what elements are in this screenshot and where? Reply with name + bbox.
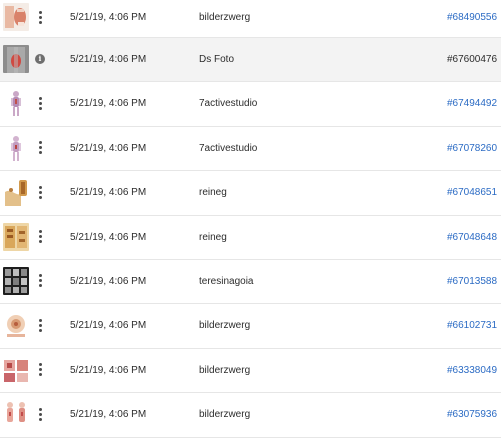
list-row[interactable]: 5/21/19, 4:06 PM bilderzwerg #63075936 bbox=[0, 393, 501, 438]
author-cell: bilderzwerg bbox=[199, 320, 251, 332]
list-row[interactable]: 5/21/19, 4:06 PM 7activestudio #67494492 bbox=[0, 82, 501, 127]
author-cell: Ds Foto bbox=[199, 54, 235, 65]
more-options-icon[interactable] bbox=[35, 313, 45, 337]
author-cell: bilderzwerg bbox=[199, 364, 251, 376]
date-cell: 5/21/19, 4:06 PM bbox=[70, 187, 147, 199]
more-options-icon[interactable] bbox=[35, 91, 45, 115]
more-options-icon[interactable] bbox=[35, 225, 45, 249]
date-cell: 5/21/19, 4:06 PM bbox=[70, 364, 147, 376]
more-options-icon[interactable] bbox=[35, 402, 45, 426]
date-cell: 5/21/19, 4:06 PM bbox=[70, 142, 147, 154]
author-cell: 7activestudio bbox=[199, 98, 258, 110]
asset-list: 5/21/19, 4:06 PM bilderzwerg #68490556 i… bbox=[0, 0, 501, 438]
list-row[interactable]: 5/21/19, 4:06 PM bilderzwerg #68490556 bbox=[0, 0, 501, 38]
more-options-icon[interactable] bbox=[35, 5, 45, 29]
date-cell: 5/21/19, 4:06 PM bbox=[70, 54, 147, 65]
thumbnail-image[interactable] bbox=[3, 45, 29, 73]
author-cell: bilderzwerg bbox=[199, 409, 251, 421]
author-cell: reineg bbox=[199, 187, 227, 199]
date-cell: 5/21/19, 4:06 PM bbox=[70, 12, 147, 23]
author-cell: bilderzwerg bbox=[199, 12, 251, 23]
file-id-link[interactable]: #67048648 bbox=[447, 232, 497, 243]
more-options-icon[interactable] bbox=[35, 358, 45, 382]
thumbnail-image[interactable] bbox=[3, 400, 29, 429]
date-cell: 5/21/19, 4:06 PM bbox=[70, 320, 147, 332]
thumbnail-image[interactable] bbox=[3, 311, 29, 340]
file-id-link[interactable]: #67048651 bbox=[447, 187, 497, 198]
thumbnail-image[interactable] bbox=[3, 178, 29, 207]
list-row[interactable]: i 5/21/19, 4:06 PM Ds Foto #67600476 bbox=[0, 38, 501, 83]
date-cell: 5/21/19, 4:06 PM bbox=[70, 98, 147, 110]
list-row[interactable]: 5/21/19, 4:06 PM teresinagoia #67013588 bbox=[0, 259, 501, 305]
thumbnail-image[interactable] bbox=[3, 355, 29, 384]
file-id-link[interactable]: #63338049 bbox=[447, 365, 497, 376]
list-row[interactable]: 5/21/19, 4:06 PM bilderzwerg #63338049 bbox=[0, 348, 501, 394]
thumbnail-image[interactable] bbox=[3, 3, 29, 31]
thumbnail-image[interactable] bbox=[3, 266, 29, 295]
date-cell: 5/21/19, 4:06 PM bbox=[70, 409, 147, 421]
file-id-link[interactable]: #67494492 bbox=[447, 98, 497, 109]
more-options-icon[interactable] bbox=[35, 269, 45, 293]
author-cell: 7activestudio bbox=[199, 142, 258, 154]
list-row[interactable]: 5/21/19, 4:06 PM 7activestudio #67078260 bbox=[0, 126, 501, 172]
thumbnail-image[interactable] bbox=[3, 222, 29, 251]
thumbnail-image[interactable] bbox=[3, 133, 29, 162]
thumbnail-image[interactable] bbox=[3, 89, 29, 118]
file-id-text: #67600476 bbox=[447, 54, 498, 65]
date-cell: 5/21/19, 4:06 PM bbox=[70, 231, 147, 243]
file-id-link[interactable]: #67078260 bbox=[447, 143, 497, 154]
file-id-link[interactable]: #68490556 bbox=[447, 12, 497, 23]
file-id-link[interactable]: #67013588 bbox=[447, 276, 497, 287]
file-id-link[interactable]: #63075936 bbox=[447, 409, 497, 420]
list-row[interactable]: 5/21/19, 4:06 PM reineg #67048651 bbox=[0, 171, 501, 216]
date-cell: 5/21/19, 4:06 PM bbox=[70, 275, 147, 287]
file-id-link[interactable]: #66102731 bbox=[447, 320, 497, 331]
more-options-icon[interactable] bbox=[35, 180, 45, 204]
more-options-icon[interactable] bbox=[35, 136, 45, 160]
author-cell: teresinagoia bbox=[199, 275, 254, 287]
author-cell: reineg bbox=[199, 231, 227, 243]
list-row[interactable]: 5/21/19, 4:06 PM bilderzwerg #66102731 bbox=[0, 304, 501, 349]
list-row[interactable]: 5/21/19, 4:06 PM reineg #67048648 bbox=[0, 215, 501, 260]
info-icon[interactable]: i bbox=[35, 54, 45, 64]
